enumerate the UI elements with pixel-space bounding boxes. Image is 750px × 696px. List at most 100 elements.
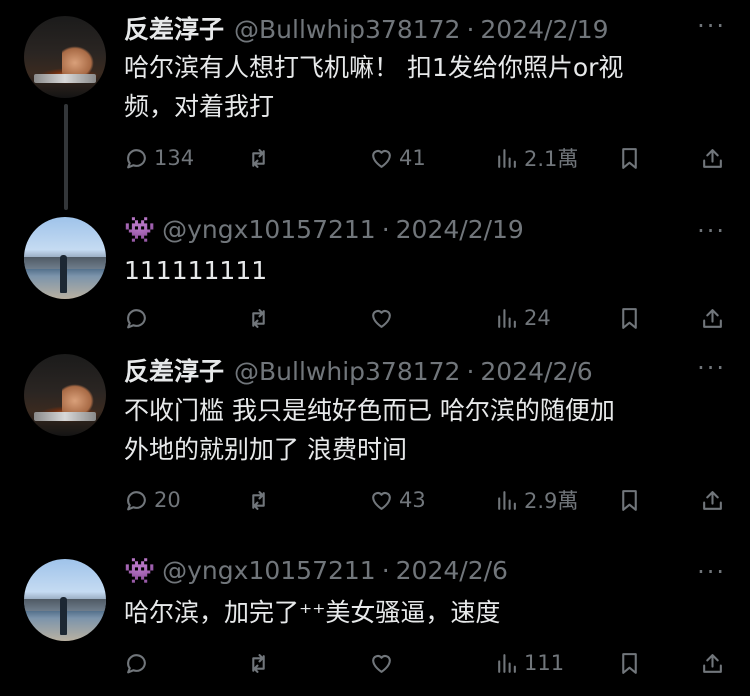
tweet-text-line: 哈尔滨有人想打飞机嘛！ 扣1发给你照片or视 — [124, 53, 624, 82]
tweet-header: 👾 @yngx10157211 · 2024/2/6 — [124, 556, 508, 586]
bookmark-icon — [622, 147, 637, 169]
like-button[interactable] — [369, 648, 399, 678]
alien-icon[interactable]: 👾 — [124, 556, 155, 586]
share-icon — [703, 308, 722, 328]
more-options-button[interactable]: ··· — [697, 354, 726, 382]
avatar[interactable] — [24, 354, 106, 436]
like-button[interactable]: 43 — [369, 485, 426, 515]
like-count: 41 — [399, 146, 426, 170]
handle[interactable]: @yngx10157211 — [162, 556, 376, 585]
handle[interactable]: @Bullwhip378172 — [234, 15, 460, 44]
tweet-text: 不收门槛 我只是纯好色而已 哈尔滨的随便加 外地的就别加了 浪费时间 — [124, 391, 724, 469]
tweet-text-line: 哈尔滨，加完了⁺⁺美女骚逼，速度 — [124, 598, 501, 627]
share-icon — [703, 653, 722, 673]
view-count: 24 — [524, 306, 551, 330]
views-button[interactable]: 111 — [494, 648, 564, 678]
share-icon — [703, 490, 722, 510]
action-bar: 134 41 2.1萬 — [124, 143, 724, 173]
action-bar: 111 — [124, 648, 724, 678]
reply-icon — [127, 308, 146, 328]
display-name[interactable]: 反差淳子 — [124, 10, 224, 46]
retweet-icon — [252, 308, 265, 328]
tweet-header: 反差淳子 @Bullwhip378172 · 2024/2/19 — [124, 10, 609, 46]
reply-icon — [127, 148, 146, 168]
bookmark-icon — [622, 307, 637, 329]
reply-button[interactable]: 20 — [124, 485, 181, 515]
tweet[interactable]: 反差淳子 @Bullwhip378172 · 2024/2/19 ··· 哈尔滨… — [0, 0, 750, 205]
share-button[interactable] — [700, 143, 725, 173]
separator: · — [381, 215, 390, 244]
bookmark-button[interactable] — [617, 485, 642, 515]
views-button[interactable]: 2.9萬 — [494, 485, 578, 515]
tweet[interactable]: 👾 @yngx10157211 · 2024/2/19 ··· 11111111… — [0, 205, 750, 340]
retweet-icon — [252, 490, 265, 510]
tweet[interactable]: 👾 @yngx10157211 · 2024/2/6 ··· 哈尔滨，加完了⁺⁺… — [0, 545, 750, 696]
timestamp[interactable]: 2024/2/19 — [480, 15, 608, 44]
tweet-text-line: 外地的就别加了 浪费时间 — [124, 435, 407, 464]
tweet-text: 111111111 — [124, 251, 724, 290]
views-icon — [498, 148, 516, 168]
separator: · — [381, 556, 390, 585]
heart-icon — [372, 309, 391, 328]
reply-button[interactable]: 134 — [124, 143, 194, 173]
timestamp[interactable]: 2024/2/6 — [480, 357, 592, 386]
views-icon — [498, 653, 516, 673]
tweet-header: 反差淳子 @Bullwhip378172 · 2024/2/6 — [124, 352, 593, 388]
heart-icon — [372, 149, 391, 168]
action-bar: 24 — [124, 303, 724, 333]
retweet-button[interactable] — [246, 648, 276, 678]
retweet-button[interactable] — [246, 485, 276, 515]
reply-icon — [127, 653, 146, 673]
view-count: 2.9萬 — [524, 489, 579, 513]
retweet-button[interactable] — [246, 303, 276, 333]
like-button[interactable]: 41 — [369, 143, 426, 173]
reply-count: 134 — [154, 146, 195, 170]
bookmark-icon — [622, 652, 637, 674]
display-name[interactable]: 反差淳子 — [124, 352, 224, 388]
timestamp[interactable]: 2024/2/6 — [396, 556, 508, 585]
more-options-button[interactable]: ··· — [697, 12, 726, 40]
views-icon — [498, 308, 516, 328]
handle[interactable]: @Bullwhip378172 — [234, 357, 460, 386]
bookmark-icon — [622, 489, 637, 511]
heart-icon — [372, 491, 391, 510]
heart-icon — [372, 654, 391, 673]
tweet-text-line: 频，对着我打 — [124, 92, 275, 121]
tweet-text: 哈尔滨，加完了⁺⁺美女骚逼，速度 — [124, 593, 724, 632]
views-button[interactable]: 24 — [494, 303, 551, 333]
like-count: 43 — [399, 488, 426, 512]
avatar[interactable] — [24, 16, 106, 98]
share-button[interactable] — [700, 303, 725, 333]
bookmark-button[interactable] — [617, 143, 642, 173]
tweet-text-line: 111111111 — [124, 256, 268, 285]
timestamp[interactable]: 2024/2/19 — [396, 215, 524, 244]
retweet-button[interactable] — [246, 143, 276, 173]
more-options-button[interactable]: ··· — [697, 558, 726, 586]
avatar[interactable] — [24, 559, 106, 641]
share-button[interactable] — [700, 485, 725, 515]
action-bar: 20 43 2.9萬 — [124, 485, 724, 515]
view-count: 111 — [524, 651, 565, 675]
bookmark-button[interactable] — [617, 303, 642, 333]
avatar[interactable] — [24, 217, 106, 299]
tweet[interactable]: 反差淳子 @Bullwhip378172 · 2024/2/6 ··· 不收门槛… — [0, 340, 750, 545]
reply-button[interactable] — [124, 648, 154, 678]
tweet-text: 哈尔滨有人想打飞机嘛！ 扣1发给你照片or视 频，对着我打 — [124, 48, 724, 126]
retweet-icon — [252, 653, 265, 673]
handle[interactable]: @yngx10157211 — [162, 215, 376, 244]
share-icon — [703, 148, 722, 168]
separator: · — [466, 357, 475, 386]
retweet-icon — [252, 148, 265, 168]
like-button[interactable] — [369, 303, 399, 333]
share-button[interactable] — [700, 648, 725, 678]
alien-icon[interactable]: 👾 — [124, 215, 155, 245]
more-options-button[interactable]: ··· — [697, 217, 726, 245]
views-icon — [498, 490, 516, 510]
reply-count: 20 — [154, 488, 181, 512]
reply-button[interactable] — [124, 303, 154, 333]
reply-icon — [127, 490, 146, 510]
views-button[interactable]: 2.1萬 — [494, 143, 578, 173]
tweet-header: 👾 @yngx10157211 · 2024/2/19 — [124, 215, 524, 245]
bookmark-button[interactable] — [617, 648, 642, 678]
tweet-text-line: 不收门槛 我只是纯好色而已 哈尔滨的随便加 — [124, 396, 615, 425]
